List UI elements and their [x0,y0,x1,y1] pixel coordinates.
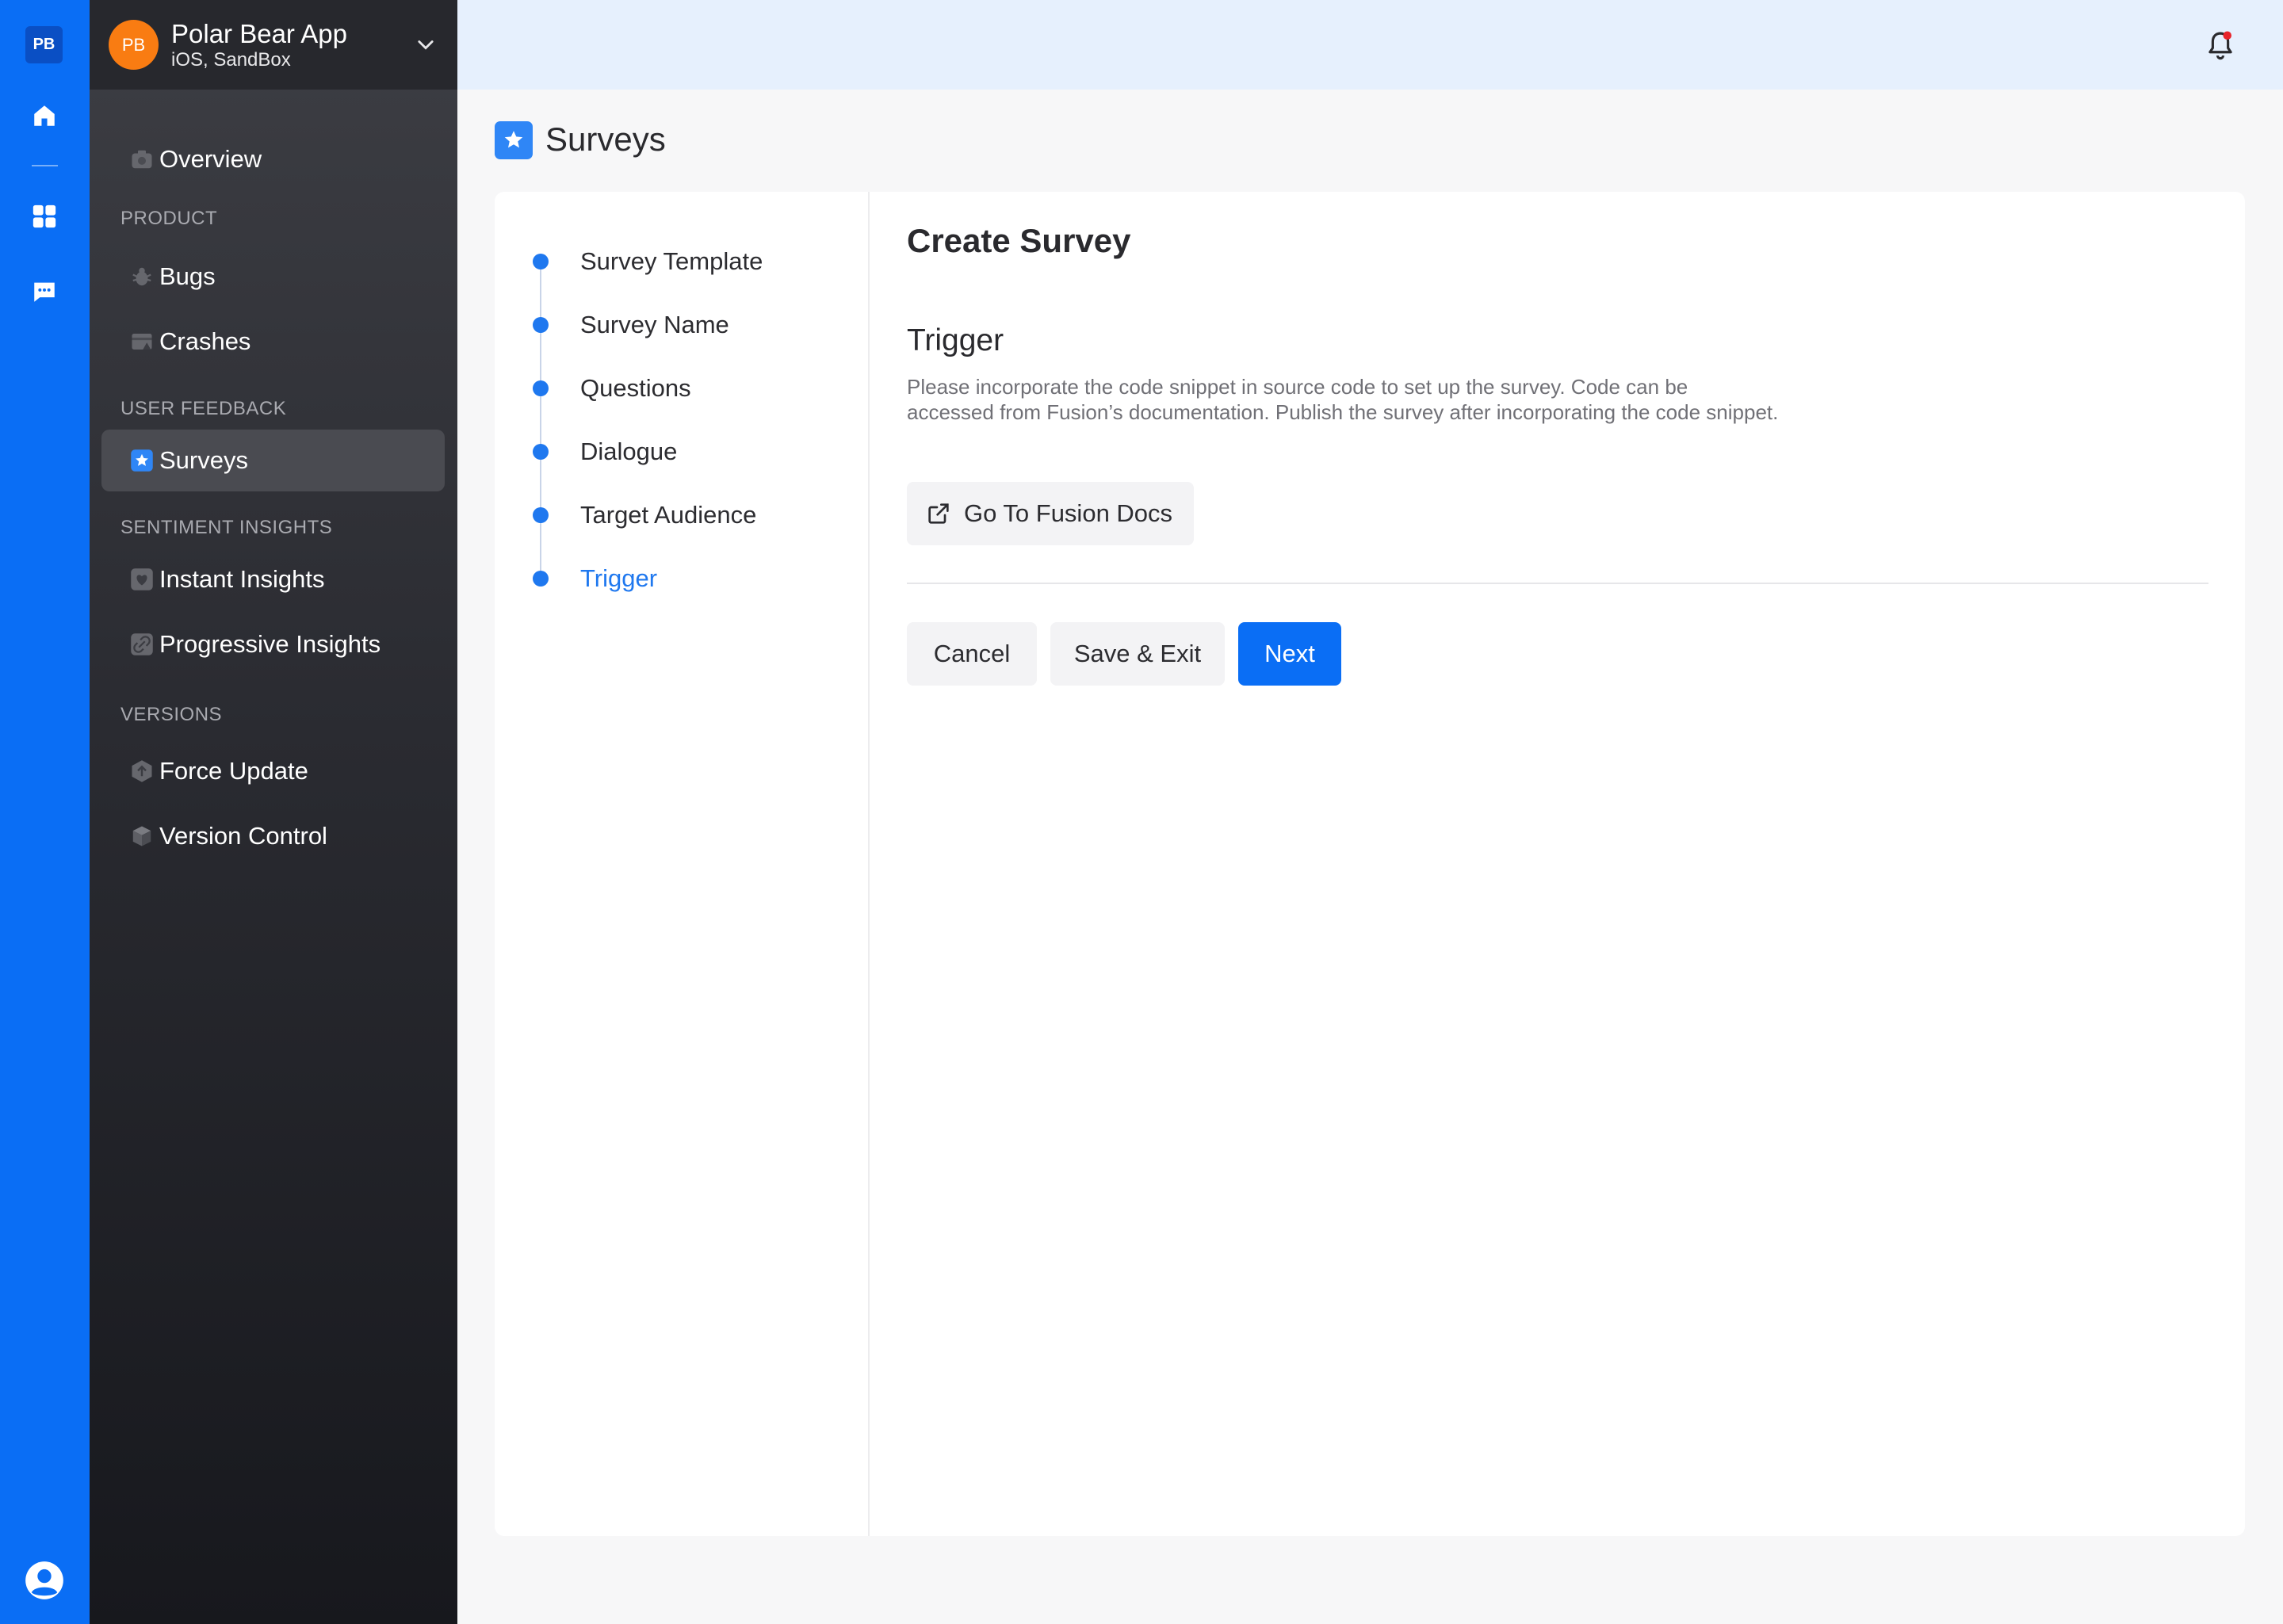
sidebar-item-progressive-insights[interactable]: Progressive Insights [101,613,445,675]
notification-bell-icon[interactable] [2204,29,2237,62]
step-label: Trigger [580,564,658,592]
sidebar-item-label: Surveys [159,446,248,474]
surveys-star-icon [495,121,533,159]
top-bar [457,0,2283,90]
cancel-button[interactable]: Cancel [907,622,1037,686]
step-label: Dialogue [580,438,678,465]
section-versions: VERSIONS [120,704,223,725]
form-title: Create Survey [907,222,1131,259]
global-nav-rail: PB [0,0,90,1624]
camera-icon [130,147,154,171]
step-dot [533,317,549,333]
section-title: Trigger [907,323,1004,357]
stepper-line [540,262,541,579]
heart-icon [130,567,154,591]
sidebar-item-label: Overview [159,145,262,173]
sidebar: PB Polar Bear App iOS, SandBox Overview … [90,0,457,1624]
package-box-icon [130,824,154,848]
section-user-feedback: USER FEEDBACK [120,398,287,419]
section-product: PRODUCT [120,208,218,229]
next-button[interactable]: Next [1238,622,1341,686]
sidebar-item-label: Crashes [159,327,251,355]
workspace-logo[interactable]: PB [25,26,63,63]
sidebar-item-crashes[interactable]: Crashes [101,311,445,373]
upload-hexagon-icon [130,759,154,783]
sidebar-item-label: Force Update [159,757,308,785]
form-divider [907,583,2208,584]
app-name: Polar Bear App [171,19,347,48]
link-icon [130,632,154,656]
sidebar-item-instant-insights[interactable]: Instant Insights [101,548,445,610]
chat-icon[interactable] [29,276,60,308]
save-exit-button[interactable]: Save & Exit [1050,622,1225,686]
step-label: Survey Name [580,311,729,338]
step-dot [533,507,549,523]
section-description: Please incorporate the code snippet in s… [907,375,1779,424]
rail-divider [32,165,58,166]
grid-icon[interactable] [29,201,60,232]
step-dot [533,571,549,587]
home-icon[interactable] [29,100,60,132]
steps-divider [868,192,870,1536]
step-label: Survey Template [580,247,763,275]
chevron-down-icon[interactable] [415,33,437,55]
sidebar-item-overview[interactable]: Overview [101,128,445,190]
step-label: Target Audience [580,501,757,529]
sidebar-item-label: Progressive Insights [159,630,381,658]
app-switcher[interactable]: PB Polar Bear App iOS, SandBox [90,0,457,90]
bug-icon [130,265,154,288]
step-dot [533,444,549,460]
sidebar-item-label: Instant Insights [159,565,325,593]
sidebar-item-bugs[interactable]: Bugs [101,246,445,308]
step-dot [533,380,549,396]
sidebar-item-label: Bugs [159,262,216,290]
external-link-icon [926,501,951,526]
crash-card-icon [130,330,154,353]
sidebar-item-force-update[interactable]: Force Update [101,740,445,802]
sidebar-item-version-control[interactable]: Version Control [101,805,445,867]
user-avatar-icon[interactable] [24,1560,65,1601]
step-dot [533,254,549,269]
app-platform: iOS, SandBox [171,49,291,71]
sidebar-item-label: Version Control [159,822,327,850]
step-label: Questions [580,374,691,402]
go-to-docs-button[interactable]: Go To Fusion Docs [907,482,1194,545]
sidebar-item-surveys[interactable]: Surveys [101,430,445,491]
section-sentiment-insights: SENTIMENT INSIGHTS [120,517,333,538]
page-title: Surveys [545,120,666,158]
docs-button-label: Go To Fusion Docs [964,499,1173,527]
app-avatar: PB [109,20,159,70]
star-badge-icon [130,449,154,472]
